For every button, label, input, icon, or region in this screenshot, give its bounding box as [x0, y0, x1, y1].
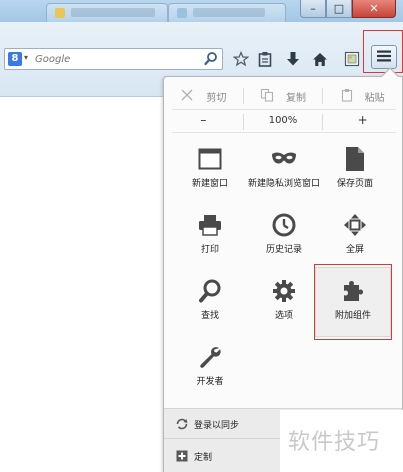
sync-label: 登录以同步	[194, 421, 240, 431]
cut-button[interactable]: 剪切	[164, 83, 243, 109]
home-icon[interactable]	[311, 50, 329, 68]
zoom-out-button[interactable]: –	[164, 109, 243, 131]
menu-item-label: 新建隐私浏览窗口	[247, 179, 320, 189]
menu-item-label: 保存页面	[336, 179, 373, 189]
download-icon[interactable]	[284, 50, 302, 68]
fullscreen-icon	[317, 209, 393, 241]
tab-favicon-icon	[177, 8, 187, 18]
customize-plus-icon	[176, 450, 188, 462]
menu-item-developer[interactable]: 开发者	[172, 341, 248, 388]
maximize-button[interactable]: □	[326, 0, 352, 18]
divider	[172, 132, 396, 133]
menu-item-private-window[interactable]: 新建隐私浏览窗口	[246, 143, 322, 190]
menu-item-fullscreen[interactable]: 全屏	[317, 209, 393, 256]
paste-label: 粘贴	[364, 92, 385, 104]
search-icon[interactable]	[204, 51, 218, 66]
menu-item-label: 全屏	[345, 245, 364, 255]
search-bar[interactable]: 8 ▾	[4, 48, 223, 70]
developer-wrench-icon	[172, 341, 248, 373]
menu-item-save-page[interactable]: 保存页面	[317, 143, 393, 190]
menu-item-new-window[interactable]: 新建窗口	[172, 143, 248, 190]
search-input[interactable]	[35, 51, 195, 67]
find-magnifier-icon	[172, 275, 248, 307]
new-window-icon	[172, 143, 248, 175]
tab-favicon-icon	[55, 8, 65, 18]
browser-tab[interactable]	[168, 3, 286, 22]
engine-dropdown-icon[interactable]: ▾	[24, 53, 28, 62]
copy-label: 复制	[286, 92, 306, 104]
paste-button[interactable]: 粘贴	[323, 83, 402, 109]
tab-title-blurred	[71, 8, 155, 17]
watermark: 软件技巧	[280, 410, 403, 472]
zoom-controls: – 100% +	[164, 109, 402, 131]
private-mask-icon	[246, 143, 322, 175]
watermark-text: 软件技巧	[288, 430, 381, 455]
scissors-icon	[180, 88, 194, 105]
history-clock-icon	[246, 209, 322, 241]
open-menu-button[interactable]	[371, 45, 397, 69]
menu-item-history[interactable]: 历史记录	[246, 209, 322, 256]
sync-icon	[176, 418, 188, 430]
menu-item-options[interactable]: 选项	[246, 275, 322, 322]
bookmark-star-icon[interactable]	[232, 50, 250, 68]
browser-tab[interactable]	[46, 3, 168, 22]
copy-button[interactable]: 复制	[244, 83, 323, 109]
copy-icon	[260, 88, 274, 105]
menu-item-label: 历史记录	[265, 245, 302, 255]
tab-strip: – □ ✕	[0, 0, 403, 22]
menu-item-label: 开发者	[196, 377, 224, 387]
save-page-icon	[317, 143, 393, 175]
menu-icon	[377, 50, 391, 65]
menu-item-find[interactable]: 查找	[172, 275, 248, 322]
addons-highlight	[314, 264, 392, 340]
edit-controls: 剪切 复制 粘贴	[164, 83, 402, 109]
customize-label: 定制	[194, 453, 213, 463]
menu-item-print[interactable]: 打印	[172, 209, 248, 256]
options-gear-icon	[246, 275, 322, 307]
cut-label: 剪切	[206, 92, 227, 104]
screenshot-icon[interactable]	[343, 50, 361, 68]
clipboard-icon[interactable]	[256, 50, 274, 68]
window-controls: – □ ✕	[300, 0, 396, 18]
zoom-in-button[interactable]: +	[323, 109, 402, 131]
menu-item-label: 查找	[200, 311, 219, 321]
minimize-button[interactable]: –	[300, 0, 326, 18]
menu-item-label: 新建窗口	[191, 179, 228, 189]
paste-icon	[341, 88, 353, 105]
google-engine-icon[interactable]: 8	[8, 52, 22, 66]
zoom-reset-button[interactable]: 100%	[244, 109, 323, 131]
menu-item-label: 选项	[274, 311, 293, 321]
menu-item-label: 打印	[200, 245, 219, 255]
tab-title-blurred	[193, 8, 265, 17]
printer-icon	[172, 209, 248, 241]
close-button[interactable]: ✕	[352, 0, 396, 18]
